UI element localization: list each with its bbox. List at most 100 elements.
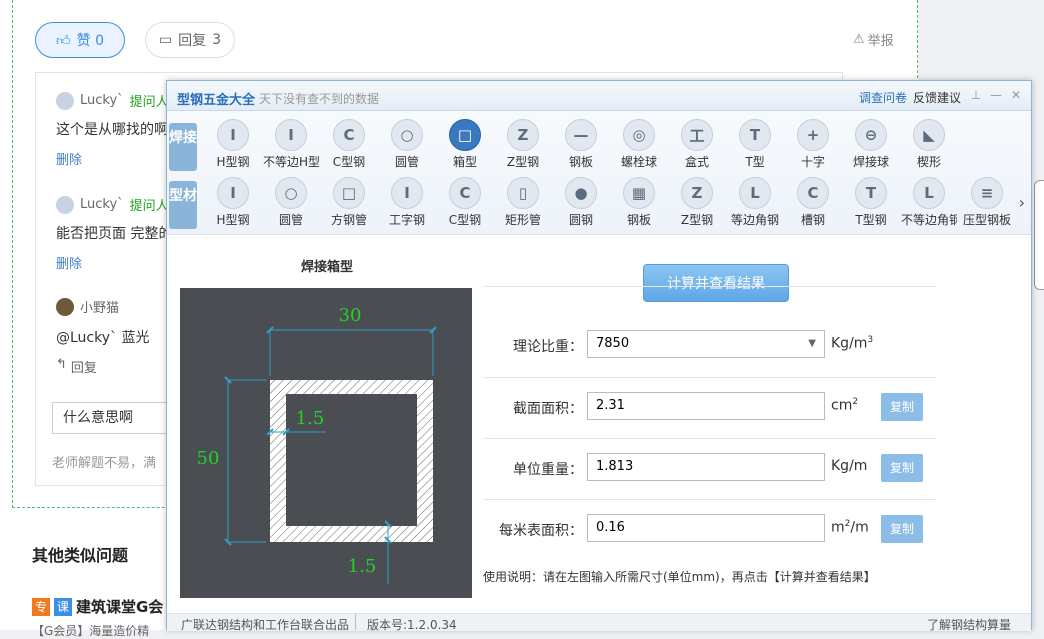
survey-link[interactable]: 调查问卷 [859, 89, 907, 106]
shape-item-profile-1[interactable]: ○ 圆管 [263, 177, 319, 235]
shape-item-profile-7[interactable]: ▦ 钢板 [611, 177, 667, 235]
area-label: 截面面积： [513, 401, 583, 417]
shape-item-weld-8[interactable]: 工盒式 [669, 119, 725, 177]
dim-wall-thickness-label[interactable]: 1.5 [296, 408, 325, 429]
minimize-icon[interactable]: — [989, 88, 1003, 102]
comment-user[interactable]: Lucky` [80, 197, 124, 212]
category-profile[interactable]: 型材 [169, 181, 197, 229]
shape-item-profile-5[interactable]: ▯ 矩形管 [495, 177, 551, 235]
copy-area-button[interactable]: 复制 [881, 393, 923, 421]
shape-label: H型钢 [216, 155, 250, 169]
shape-item-weld-6[interactable]: — 钢板 [553, 119, 609, 177]
comment-text: 这个是从哪找的啊 [56, 122, 168, 138]
shape-label: 钢板 [568, 155, 593, 169]
report-link[interactable]: ⚠ 举报 [853, 30, 894, 49]
density-value: 7850 [596, 336, 630, 351]
warning-icon: ⚠ [853, 32, 865, 47]
avatar [56, 91, 74, 110]
shape-item-weld-0[interactable]: I H型钢 [205, 119, 261, 177]
delete-link[interactable]: 删除 [56, 253, 82, 272]
delete-link[interactable]: 删除 [56, 149, 82, 168]
shape-label: 矩形管 [504, 213, 541, 227]
similar-title: 其他类似问题 [32, 546, 129, 565]
shape-item-weld-3[interactable]: ○ 圆管 [379, 119, 435, 177]
density-label: 理论比重： [513, 339, 583, 355]
dim-flange-thickness-label[interactable]: 1.5 [348, 556, 377, 577]
reply-button[interactable]: ▭ 回复 3 [145, 22, 235, 58]
copy-weight-button[interactable]: 复制 [881, 454, 923, 482]
pin-icon[interactable]: ⊥ [969, 88, 983, 102]
shape-label: 圆管 [394, 155, 419, 169]
comment-header-1: Lucky` 提问人 [56, 91, 169, 110]
area-field[interactable]: 2.31 [587, 392, 825, 420]
shape-item-weld-9[interactable]: T T型 [727, 119, 783, 177]
shape-toolbar: 焊接 型材 I H型钢 I 不等边H型 C C型钢 ○ 圆管 □ 箱型 Z Z型钢 — 钢板 ◎ 螺栓球工盒式… [167, 111, 1031, 235]
shape-item-profile-11[interactable]: T T型钢 [843, 177, 899, 235]
shape-item-profile-9[interactable]: L 等边角钢 [727, 177, 783, 235]
shape-item-profile-6[interactable]: ● 圆钢 [553, 177, 609, 235]
shape-icon: L [739, 177, 771, 209]
similar-item[interactable]: 专 课 建筑课堂G会 [32, 596, 163, 617]
shape-icon: ● [565, 177, 597, 209]
shape-item-weld-7[interactable]: ◎ 螺栓球 [611, 119, 667, 177]
surface-field[interactable]: 0.16 [587, 514, 825, 542]
shape-item-profile-2[interactable]: □ 方钢管 [321, 177, 377, 235]
comment-input[interactable]: 什么意思啊 [52, 402, 172, 434]
shape-item-profile-10[interactable]: C 槽钢 [785, 177, 841, 235]
row-density: 理论比重： 7850 ▼ Kg/m3 [483, 316, 937, 374]
shape-item-weld-10[interactable]: + 十字 [785, 119, 841, 177]
ke-badge: 课 [54, 597, 72, 616]
shape-item-weld-5[interactable]: Z Z型钢 [495, 119, 551, 177]
chevron-right-icon[interactable]: › [1019, 193, 1025, 212]
shape-icon: 工 [681, 119, 713, 151]
dim-width-label[interactable]: 30 [339, 305, 362, 326]
title-bar: 型钢五金大全 天下没有查不到的数据 调查问卷 反馈建议 ⊥ — ✕ [167, 81, 1031, 111]
shape-label: 方钢管 [330, 213, 367, 227]
shape-label: 压型钢板 [962, 213, 1011, 227]
weight-unit: Kg/m [831, 458, 868, 474]
status-bar: 广联达钢结构和工作台联合出品 版本号:1.2.0.34 了解钢结构算量 [167, 613, 1031, 633]
reply-label: 回复 [178, 33, 207, 49]
shape-icon: I [391, 177, 423, 209]
shape-label: T型 [745, 155, 765, 169]
app-subtitle: 天下没有查不到的数据 [259, 92, 380, 106]
comment-user[interactable]: Lucky` [80, 93, 124, 108]
shape-item-weld-12[interactable]: ◣ 楔形 [901, 119, 957, 177]
weight-field[interactable]: 1.813 [587, 453, 825, 481]
shape-item-profile-0[interactable]: I H型钢 [205, 177, 261, 235]
category-weld[interactable]: 焊接 [169, 123, 197, 171]
reply-arrow-icon: ↰ [56, 357, 67, 372]
shape-icon: ○ [391, 119, 423, 151]
density-select[interactable]: 7850 ▼ [587, 330, 825, 358]
asker-tag: 提问人 [129, 199, 169, 214]
footer-version: 版本号:1.2.0.34 [367, 618, 457, 632]
calculate-button[interactable]: 计算并查看结果 [643, 264, 789, 302]
shape-label: 圆管 [278, 213, 303, 227]
shape-item-weld-11[interactable]: ⊖ 焊接球 [843, 119, 899, 177]
side-float-widget[interactable] [1034, 180, 1044, 290]
shape-icon: ◣ [913, 119, 945, 151]
reply-link[interactable]: ↰ 回复 [56, 357, 97, 376]
shape-item-weld-4[interactable]: □ 箱型 [437, 119, 493, 177]
shape-item-weld-2[interactable]: C C型钢 [321, 119, 377, 177]
shape-label: T型钢 [855, 213, 887, 227]
shape-label: Z型钢 [506, 155, 540, 169]
shape-icon: Z [681, 177, 713, 209]
close-icon[interactable]: ✕ [1009, 88, 1023, 102]
asker-tag: 提问人 [129, 95, 169, 110]
shape-item-profile-4[interactable]: C C型钢 [437, 177, 493, 235]
dim-height-label[interactable]: 50 [197, 448, 220, 469]
like-button[interactable]: 👍︎ 赞 0 [35, 22, 125, 58]
comment-user[interactable]: 小野猫 [80, 297, 119, 316]
shape-label: 箱型 [452, 155, 477, 169]
shape-item-profile-12[interactable]: L 不等边角钢 [901, 177, 957, 235]
shape-item-profile-13[interactable]: ≡ 压型钢板 [959, 177, 1015, 235]
shape-item-weld-1[interactable]: I 不等边H型 [263, 119, 319, 177]
shape-item-profile-8[interactable]: Z Z型钢 [669, 177, 725, 235]
footer-link[interactable]: 了解钢结构算量 [927, 616, 1011, 633]
shape-icon: □ [449, 119, 481, 151]
copy-surface-button[interactable]: 复制 [881, 515, 923, 543]
area-unit: cm2 [831, 397, 859, 414]
shape-item-profile-3[interactable]: I 工字钢 [379, 177, 435, 235]
feedback-link[interactable]: 反馈建议 [913, 89, 961, 106]
